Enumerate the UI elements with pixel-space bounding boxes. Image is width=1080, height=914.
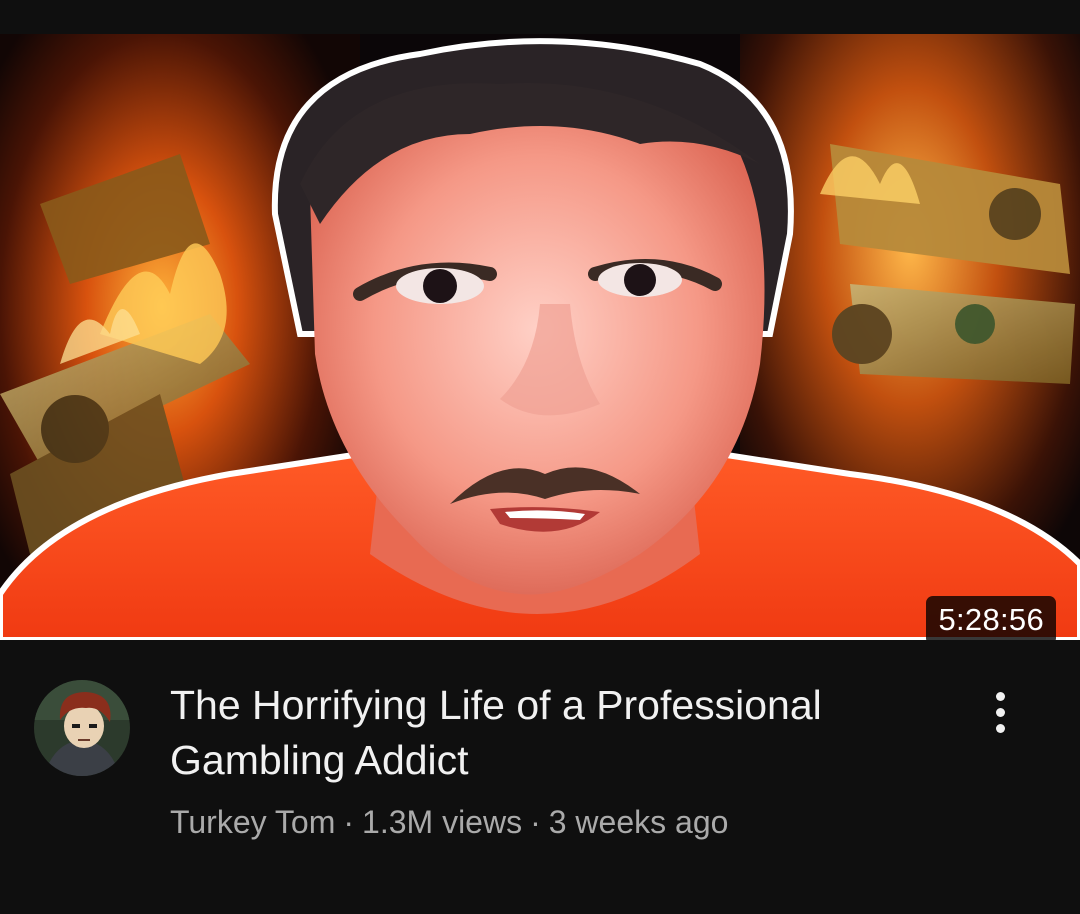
video-details: The Horrifying Life of a Professional Ga…	[0, 640, 1080, 914]
view-count: 1.3M views	[362, 804, 523, 840]
channel-name[interactable]: Turkey Tom	[170, 804, 335, 840]
more-vertical-icon	[995, 723, 1005, 733]
video-metadata: Turkey Tom · 1.3M views · 3 weeks ago	[170, 802, 728, 842]
more-vertical-icon	[995, 707, 1005, 717]
video-title[interactable]: The Horrifying Life of a Professional Ga…	[170, 678, 930, 788]
more-vertical-icon	[995, 691, 1005, 701]
separator: ·	[343, 804, 355, 840]
upload-age: 3 weeks ago	[548, 804, 729, 840]
more-actions-button[interactable]	[978, 684, 1022, 740]
thumbnail-image	[0, 34, 1080, 640]
separator: ·	[530, 804, 541, 840]
video-card: 5:28:56 The Horrifying Life of a Profess…	[0, 0, 1080, 914]
video-thumbnail[interactable]: 5:28:56	[0, 34, 1080, 640]
top-bar	[0, 0, 1080, 34]
avatar-image	[34, 680, 130, 776]
duration-badge: 5:28:56	[926, 596, 1056, 640]
channel-avatar[interactable]	[34, 680, 130, 776]
